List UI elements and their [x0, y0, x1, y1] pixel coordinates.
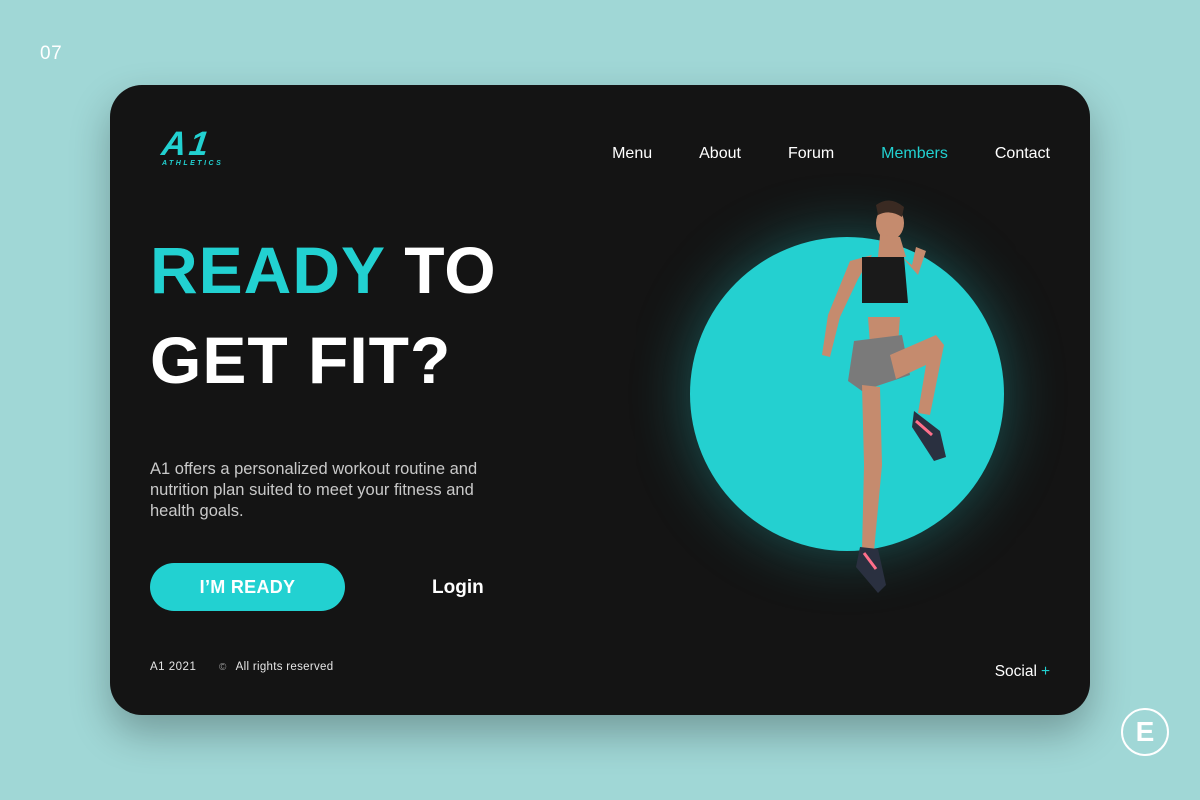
footer-rights: All rights reserved — [235, 661, 334, 673]
hero-headline: READY TO GET FIT? — [150, 225, 497, 405]
footer-copyright: © All rights reserved — [219, 661, 333, 673]
hero-description: A1 offers a personalized workout routine… — [150, 460, 478, 520]
headline-accent: READY — [150, 233, 385, 307]
im-ready-button[interactable]: I’M READY — [150, 563, 345, 611]
brand-badge: E — [1121, 708, 1169, 756]
landing-card: A1 ATHLETICS Menu About Forum Members Co… — [110, 85, 1090, 715]
logo[interactable]: A1 ATHLETICS — [159, 125, 252, 167]
slide-number: 07 — [40, 43, 63, 64]
nav-item-members[interactable]: Members — [881, 145, 948, 163]
copyright-icon: © — [219, 661, 227, 673]
plus-icon: + — [1040, 663, 1050, 680]
nav-item-contact[interactable]: Contact — [995, 145, 1050, 163]
social-link[interactable]: Social + — [995, 663, 1050, 681]
footer-year: A1 2021 — [150, 661, 197, 673]
nav-item-about[interactable]: About — [699, 145, 741, 163]
headline-line2: GET FIT? — [150, 323, 452, 397]
athlete-image — [822, 200, 946, 593]
login-link[interactable]: Login — [432, 577, 484, 599]
nav-item-forum[interactable]: Forum — [788, 145, 834, 163]
main-nav: Menu About Forum Members Contact — [565, 145, 1050, 163]
nav-item-menu[interactable]: Menu — [612, 145, 652, 163]
headline-rest: TO — [404, 233, 497, 307]
logo-mark: A1 — [159, 125, 215, 163]
social-label: Social — [994, 663, 1037, 680]
